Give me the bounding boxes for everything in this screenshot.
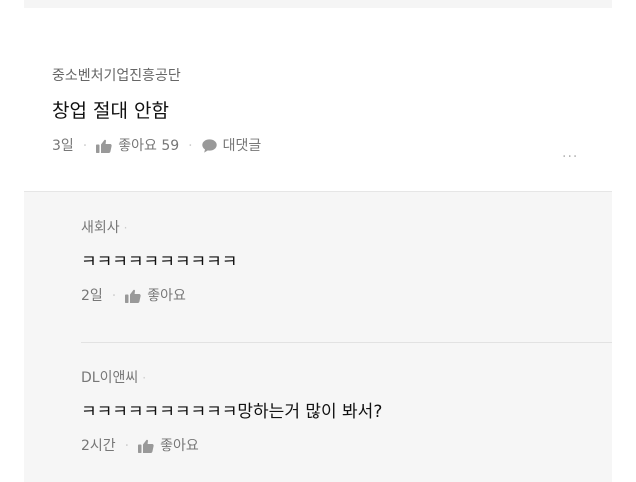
reply-meta: 2시간 · 좋아요 xyxy=(81,436,601,456)
reply-meta: 2일 · 좋아요 xyxy=(81,286,601,306)
comment-meta: 3일 · 좋아요 59 · 대댓글 xyxy=(52,136,592,156)
thumbs-up-icon xyxy=(125,289,141,303)
comment-time: 3일 xyxy=(52,138,74,154)
reply-time: 2시간 xyxy=(81,438,116,454)
reply-text: ㅋㅋㅋㅋㅋㅋㅋㅋㅋㅋ xyxy=(81,252,238,272)
separator-dot: · xyxy=(111,288,117,304)
reply-author[interactable]: 새회사 xyxy=(81,220,120,236)
like-count-label: 좋아요 59 xyxy=(118,138,180,154)
reply-item: DL이앤씨 · ㅋㅋㅋㅋㅋㅋㅋㅋㅋㅋ망하는거 많이 봐서? 2시간 · 좋아요 xyxy=(81,368,601,456)
comment-author-company[interactable]: 중소벤처기업진흥공단 xyxy=(52,66,592,86)
reply-author-row: DL이앤씨 · xyxy=(81,368,601,388)
comment-thread-view: 중소벤처기업진흥공단 창업 절대 안함 3일 · 좋아요 59 · 대댓글 ··… xyxy=(0,0,636,482)
reply-time: 2일 xyxy=(81,288,103,304)
comment: 중소벤처기업진흥공단 창업 절대 안함 3일 · 좋아요 59 · 대댓글 xyxy=(52,66,592,156)
comment-text: 창업 절대 안함 xyxy=(52,100,169,122)
like-label: 좋아요 xyxy=(147,288,186,304)
speech-bubble-icon xyxy=(201,139,217,153)
reply-text: ㅋㅋㅋㅋㅋㅋㅋㅋㅋㅋ망하는거 많이 봐서? xyxy=(81,402,383,422)
more-options-button[interactable]: ··· xyxy=(562,149,578,165)
previous-section-edge xyxy=(24,0,612,8)
thumbs-up-icon xyxy=(138,439,154,453)
divider xyxy=(81,342,612,343)
reply-label: 대댓글 xyxy=(222,138,262,154)
separator-dot: · xyxy=(82,138,88,154)
reply-item: 새회사 · ㅋㅋㅋㅋㅋㅋㅋㅋㅋㅋ 2일 · 좋아요 xyxy=(81,218,601,306)
reply-list: 새회사 · ㅋㅋㅋㅋㅋㅋㅋㅋㅋㅋ 2일 · 좋아요 DL이앤씨 · ㅋㅋㅋㅋㅋㅋ… xyxy=(24,192,612,482)
reply-author[interactable]: DL이앤씨 xyxy=(81,370,138,386)
separator-dot: · xyxy=(142,371,147,385)
like-button[interactable]: 좋아요 59 xyxy=(96,136,179,156)
like-button[interactable]: 좋아요 xyxy=(138,436,199,456)
reply-author-row: 새회사 · xyxy=(81,218,601,238)
separator-dot: · xyxy=(188,138,193,154)
separator-dot: · xyxy=(123,221,128,235)
reply-button[interactable]: 대댓글 xyxy=(201,136,262,156)
separator-dot: · xyxy=(124,438,130,454)
like-label: 좋아요 xyxy=(160,438,199,454)
like-button[interactable]: 좋아요 xyxy=(125,286,186,306)
thumbs-up-icon xyxy=(96,139,112,153)
